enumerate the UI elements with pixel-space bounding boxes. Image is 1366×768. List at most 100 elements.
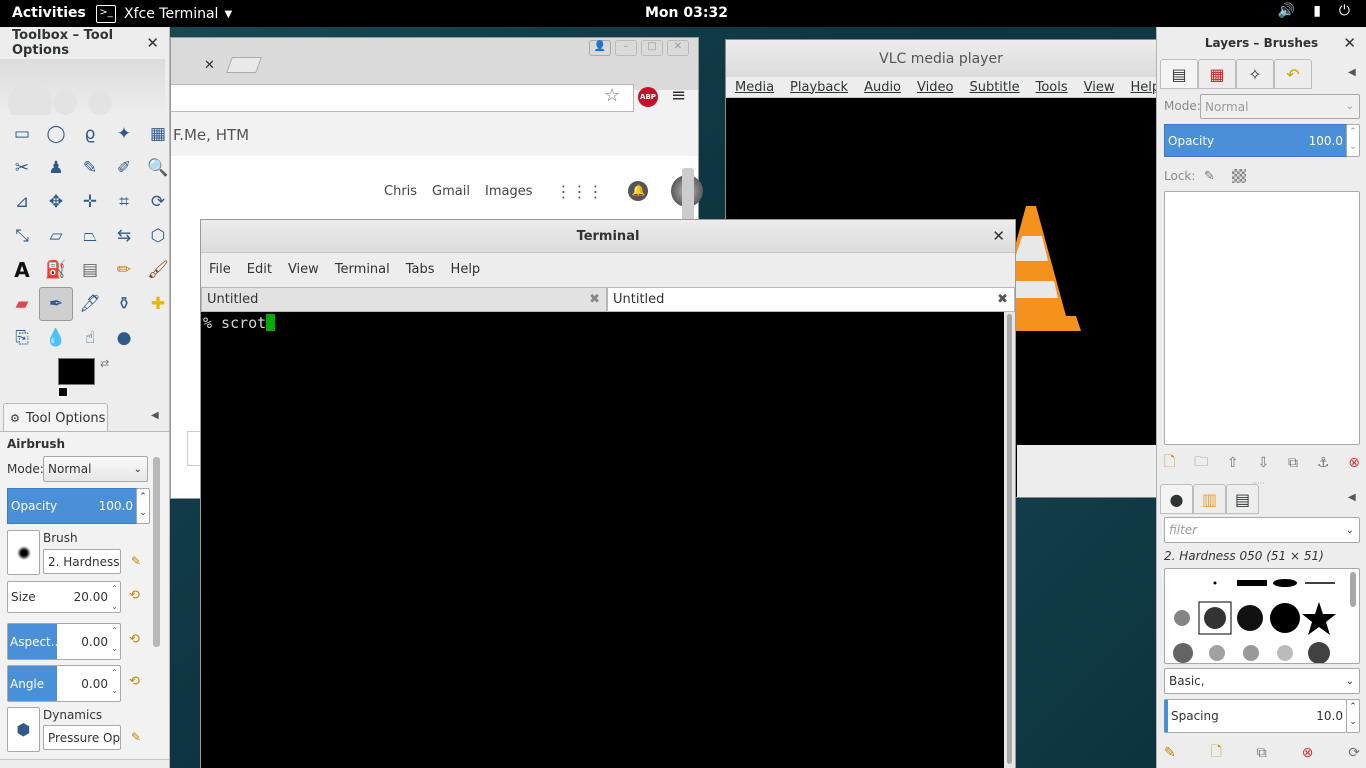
zoom-icon[interactable]: 🔍 bbox=[141, 151, 175, 185]
smudge-icon[interactable]: ☝ bbox=[73, 321, 107, 355]
channels-tab-icon[interactable]: ▦ bbox=[1198, 59, 1236, 89]
maximize-icon[interactable]: □ bbox=[641, 40, 663, 56]
lasso-icon[interactable]: ϱ bbox=[73, 117, 107, 151]
brush-grid-scrollbar[interactable] bbox=[1350, 572, 1356, 607]
tool-options-tab[interactable]: ⚙ Tool Options bbox=[3, 403, 108, 432]
delete-brush-icon[interactable]: ⊗ bbox=[1302, 745, 1314, 761]
rotate-icon[interactable]: ⟳ bbox=[141, 185, 175, 219]
link-images[interactable]: Images bbox=[485, 184, 533, 199]
vlc-menu-tools[interactable]: Tools bbox=[1036, 80, 1068, 95]
brush-filter-input[interactable]: filter ⌄ bbox=[1164, 517, 1360, 543]
undo-tab-icon[interactable]: ↶ bbox=[1274, 59, 1312, 89]
menu-icon[interactable]: ≡ bbox=[671, 85, 686, 106]
pencil-icon[interactable]: ✏ bbox=[107, 253, 141, 287]
profile-icon[interactable]: 👤 bbox=[589, 40, 611, 56]
gradient-icon[interactable]: ▤ bbox=[73, 253, 107, 287]
refresh-brushes-icon[interactable]: ⟳ bbox=[1348, 745, 1360, 761]
link-gmail[interactable]: Gmail bbox=[432, 184, 470, 199]
text-icon[interactable]: A bbox=[5, 253, 39, 287]
terminal-menu-tabs[interactable]: Tabs bbox=[406, 262, 435, 277]
perspective-icon[interactable]: ⏢ bbox=[73, 219, 107, 253]
panel-menu-icon[interactable]: ◀ bbox=[1348, 492, 1356, 503]
edit-dynamics-icon[interactable]: ✎ bbox=[131, 730, 141, 744]
mode-select[interactable]: Normal ⌄ bbox=[43, 456, 148, 482]
close-icon[interactable]: ✕ bbox=[667, 40, 689, 56]
size-spinner[interactable]: ⌃ ⌄ bbox=[111, 584, 118, 611]
power-icon[interactable]: ⏻ bbox=[1339, 3, 1350, 19]
terminal-menu-file[interactable]: File bbox=[209, 262, 231, 277]
patterns-tab-icon[interactable]: ▥ bbox=[1193, 484, 1226, 514]
lock-alpha-icon[interactable] bbox=[1232, 169, 1246, 183]
default-colors-icon[interactable] bbox=[58, 387, 68, 397]
spacing-slider[interactable]: Spacing 10.0 bbox=[1164, 699, 1347, 733]
vlc-menu-view[interactable]: View bbox=[1084, 80, 1115, 95]
terminal-tab-1[interactable]: Untitled ✖ bbox=[201, 287, 607, 312]
aspect-spinner[interactable]: ⌃ ⌄ bbox=[111, 626, 118, 653]
reset-angle-icon[interactable]: ⟲ bbox=[129, 674, 140, 689]
layers-tab-icon[interactable]: ▤ bbox=[1160, 59, 1198, 89]
brushes-tab-icon[interactable]: ● bbox=[1160, 484, 1193, 514]
angle-spinner[interactable]: ⌃ ⌄ bbox=[111, 668, 118, 695]
ellipse-select-icon[interactable]: ◯ bbox=[39, 117, 73, 151]
notification-icon[interactable]: 🔔 bbox=[628, 181, 649, 201]
perspective-clone-icon[interactable]: ⎘ bbox=[5, 321, 39, 355]
adblock-icon[interactable]: ABP bbox=[638, 87, 658, 107]
activities-button[interactable]: Activities bbox=[12, 5, 86, 21]
volume-icon[interactable]: 🔊 bbox=[1278, 3, 1295, 19]
new-layer-group-icon[interactable]: 🗀 bbox=[1194, 451, 1208, 475]
aspect-slider[interactable]: Aspect... 0.00 ⌃ ⌄ bbox=[7, 623, 121, 660]
ink-icon[interactable]: 🖋 bbox=[73, 287, 107, 321]
vlc-menu-playback[interactable]: Playback bbox=[790, 80, 848, 95]
terminal-menu-terminal[interactable]: Terminal bbox=[335, 262, 390, 277]
terminal-tab-2[interactable]: Untitled ✖ bbox=[607, 287, 1015, 312]
anchor-layer-icon[interactable]: ⚓ bbox=[1317, 455, 1330, 471]
close-icon[interactable]: ✕ bbox=[992, 227, 1005, 245]
flip-icon[interactable]: ⇆ bbox=[107, 219, 141, 253]
close-icon[interactable]: ✕ bbox=[146, 34, 159, 52]
fuzzy-select-icon[interactable]: ✦ bbox=[107, 117, 141, 151]
angle-slider[interactable]: Angle 0.00 ⌃ ⌄ bbox=[7, 665, 121, 702]
opacity-slider[interactable]: Opacity 100.0 bbox=[7, 488, 137, 524]
brush-field[interactable]: 2. Hardness 0 bbox=[43, 549, 121, 574]
edit-brush-icon[interactable]: ✎ bbox=[1164, 745, 1176, 761]
spacing-spinner[interactable]: ⌃ ⌄ bbox=[1346, 699, 1360, 733]
brush-preview[interactable] bbox=[7, 530, 40, 575]
vlc-menu-media[interactable]: Media bbox=[735, 80, 774, 95]
vlc-menu-subtitle[interactable]: Subtitle bbox=[969, 80, 1019, 95]
brush-grid[interactable] bbox=[1164, 568, 1360, 664]
clone-icon[interactable]: ⚱ bbox=[107, 287, 141, 321]
app-menu[interactable]: >_ Xfce Terminal ▼ bbox=[96, 3, 232, 25]
raise-layer-icon[interactable]: ⇧ bbox=[1227, 455, 1239, 471]
minimize-icon[interactable]: – bbox=[615, 40, 637, 56]
dynamics-field[interactable]: Pressure Opa bbox=[43, 725, 121, 750]
new-layer-icon[interactable]: 🗋 bbox=[1164, 451, 1175, 475]
reset-size-icon[interactable]: ⟲ bbox=[129, 588, 140, 603]
terminal-menu-view[interactable]: View bbox=[288, 262, 319, 277]
lock-pixels-icon[interactable]: ✎ bbox=[1204, 169, 1215, 184]
link-chris[interactable]: Chris bbox=[384, 184, 417, 199]
vlc-menu-audio[interactable]: Audio bbox=[864, 80, 901, 95]
apps-grid-icon[interactable]: ⋮⋮⋮ bbox=[555, 182, 603, 201]
foreground-color[interactable] bbox=[58, 358, 95, 385]
tab-close-icon[interactable]: ✖ bbox=[997, 292, 1008, 307]
heal-icon[interactable]: ✚ bbox=[141, 287, 175, 321]
new-tab-button[interactable] bbox=[226, 57, 262, 73]
lower-layer-icon[interactable]: ⇩ bbox=[1257, 455, 1269, 471]
terminal-screen[interactable]: % scrot bbox=[201, 312, 1004, 768]
foreground-select-icon[interactable]: ♟ bbox=[39, 151, 73, 185]
brush-set-select[interactable]: Basic, ⌄ bbox=[1164, 668, 1360, 694]
airbrush-icon[interactable]: ✒ bbox=[39, 287, 73, 321]
align-icon[interactable]: ✛ bbox=[73, 185, 107, 219]
bookmark-star-icon[interactable]: ☆ bbox=[604, 85, 620, 106]
vlc-menu-video[interactable]: Video bbox=[917, 80, 953, 95]
gradients-tab-icon[interactable]: ▤ bbox=[1226, 484, 1259, 514]
layer-mode-select[interactable]: Normal ⌄ bbox=[1200, 94, 1360, 119]
color-picker-icon[interactable]: ✐ bbox=[107, 151, 141, 185]
dynamics-preview[interactable]: ⬢ bbox=[7, 707, 40, 752]
scale-icon[interactable]: ⤡ bbox=[5, 219, 39, 253]
scissors-icon[interactable]: ✂ bbox=[5, 151, 39, 185]
layer-opacity-slider[interactable]: Opacity 100.0 bbox=[1164, 124, 1347, 157]
measure-icon[interactable]: ⊿ bbox=[5, 185, 39, 219]
rect-select-icon[interactable]: ▭ bbox=[5, 117, 39, 151]
opacity-spinner[interactable]: ⌃ ⌄ bbox=[136, 488, 150, 524]
